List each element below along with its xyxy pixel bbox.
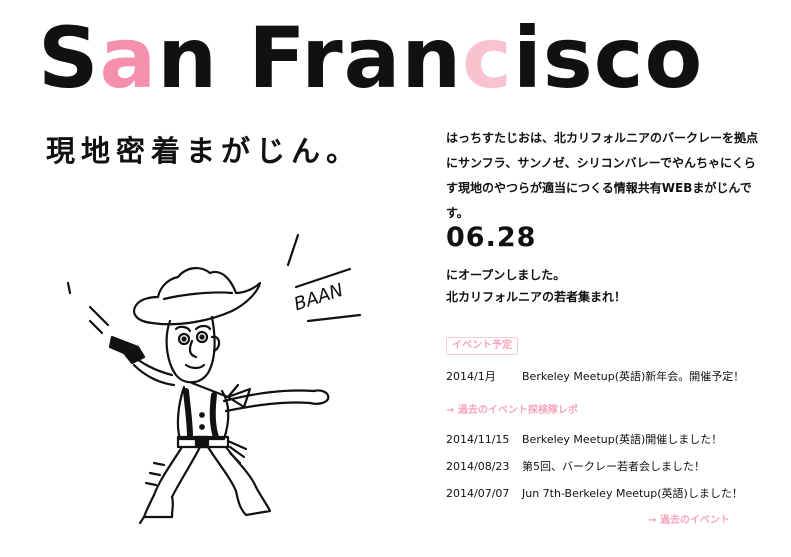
cowboy-illustration: BAAN	[66, 233, 362, 525]
site-title: San Francisco	[38, 8, 703, 108]
opened-line-1: にオープンしました。	[446, 268, 566, 282]
title-part-1: S	[38, 9, 100, 107]
boot-left	[142, 493, 174, 519]
past-event-report-link[interactable]: → 過去のイベント探検隊レポ	[446, 404, 578, 418]
hat	[133, 267, 262, 326]
event-title: Jun 7th-Berkeley Meetup(英語)しました！	[522, 487, 743, 500]
hat-band	[162, 291, 234, 301]
arm-right	[222, 389, 316, 403]
title-part-2: n Fran	[157, 9, 463, 107]
mouth	[184, 363, 206, 370]
pupil-left	[181, 336, 187, 342]
opened-line-2: 北カリフォルニアの若者集まれ！	[446, 290, 627, 304]
past-event-row[interactable]: 2014/07/07 Jun 7th-Berkeley Meetup(英語)しまし…	[446, 486, 743, 502]
boot-right	[234, 485, 272, 517]
hand-right	[308, 389, 330, 405]
nose	[188, 339, 198, 359]
motion-line	[286, 233, 300, 267]
event-date: 2014/08/23	[446, 460, 510, 473]
event-date: 2014/1月	[446, 370, 496, 383]
pupil-right	[199, 334, 205, 340]
title-highlight-a: a	[99, 9, 158, 107]
past-events-more-link[interactable]: → 過去のイベント	[648, 514, 730, 528]
event-title: 第5回、バークレー若者会しました！	[522, 460, 705, 473]
open-date: 06.28	[446, 222, 537, 253]
past-event-row[interactable]: 2014/08/23 第5回、バークレー若者会しました！	[446, 459, 705, 475]
event-badge: イベント予定	[446, 337, 518, 355]
motion-line	[66, 281, 72, 295]
eyebrow-left	[174, 325, 192, 333]
motion-line	[306, 313, 362, 323]
intro-text: はっちすたじおは、北カリフォルニアのバークレーを拠点にサンフラ、サンノゼ、シリコ…	[446, 131, 759, 220]
event-date: 2014/11/15	[446, 433, 510, 446]
vest-button	[199, 424, 205, 430]
eyebrow-right	[194, 324, 212, 331]
event-title: Berkeley Meetup(英語)新年会。開催予定！	[522, 370, 745, 383]
title-highlight-c: c	[462, 9, 513, 107]
site-subtitle: 現地密着まがじん。	[46, 134, 362, 168]
event-date: 2014/07/07	[446, 487, 510, 500]
title-part-3: isco	[512, 9, 704, 107]
vest-button	[199, 412, 205, 418]
gun	[108, 335, 146, 365]
motion-line	[88, 319, 104, 335]
opened-message: にオープンしました。 北カリフォルニアの若者集まれ！	[446, 264, 766, 308]
event-title: Berkeley Meetup(英語)開催しました！	[522, 433, 723, 446]
past-event-row[interactable]: 2014/11/15 Berkeley Meetup(英語)開催しました！	[446, 432, 722, 448]
boot-heel	[138, 515, 146, 525]
upcoming-event-row[interactable]: 2014/1月 Berkeley Meetup(英語)新年会。開催予定！	[446, 369, 744, 385]
belt-buckle	[194, 435, 210, 449]
